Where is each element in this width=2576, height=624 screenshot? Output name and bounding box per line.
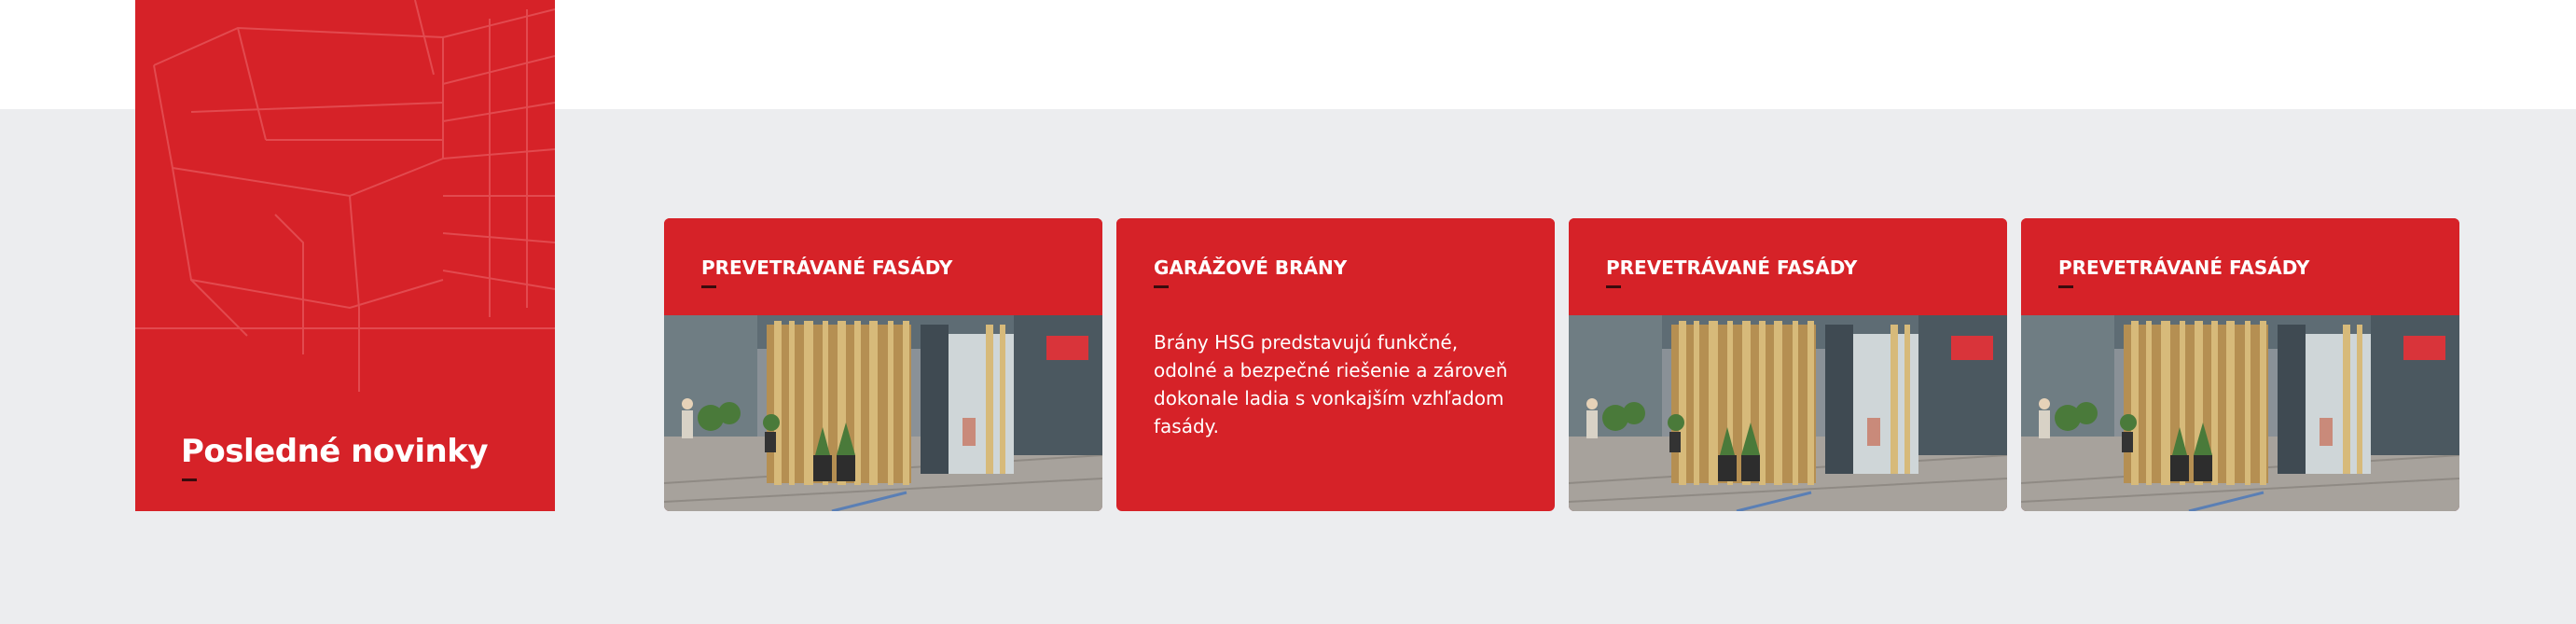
facade-photo[interactable] — [1569, 315, 2007, 511]
news-card[interactable]: PREVETRÁVANÉ FASÁDY — [2021, 218, 2459, 511]
card-title[interactable]: PREVETRÁVANÉ FASÁDY — [2058, 257, 2309, 279]
card-description: Brány HSG predstavujú funkčné, odolné a … — [1154, 331, 1508, 437]
facade-photo[interactable] — [664, 315, 1102, 511]
card-title[interactable]: PREVETRÁVANÉ FASÁDY — [701, 257, 952, 279]
title-underline-dash — [2058, 285, 2073, 288]
card-header: PREVETRÁVANÉ FASÁDY — [664, 218, 1102, 315]
card-header: PREVETRÁVANÉ FASÁDY — [2021, 218, 2459, 315]
card-title[interactable]: PREVETRÁVANÉ FASÁDY — [1606, 257, 1857, 279]
news-section-heading-panel: Posledné novinky — [135, 0, 555, 511]
title-underline-dash — [1606, 285, 1621, 288]
title-underline-dash — [182, 478, 197, 481]
card-title[interactable]: GARÁŽOVÉ BRÁNY — [1154, 257, 1347, 279]
title-underline-dash — [1154, 285, 1169, 288]
news-card[interactable]: PREVETRÁVANÉ FASÁDY — [1569, 218, 2007, 511]
news-card[interactable]: PREVETRÁVANÉ FASÁDY — [664, 218, 1102, 511]
title-underline-dash — [701, 285, 716, 288]
card-header: GARÁŽOVÉ BRÁNY — [1116, 218, 1555, 315]
section-title: Posledné novinky — [181, 433, 489, 470]
card-header: PREVETRÁVANÉ FASÁDY — [1569, 218, 2007, 315]
news-card[interactable]: GARÁŽOVÉ BRÁNY Brány HSG predstavujú fun… — [1116, 218, 1555, 511]
facade-photo[interactable] — [2021, 315, 2459, 511]
